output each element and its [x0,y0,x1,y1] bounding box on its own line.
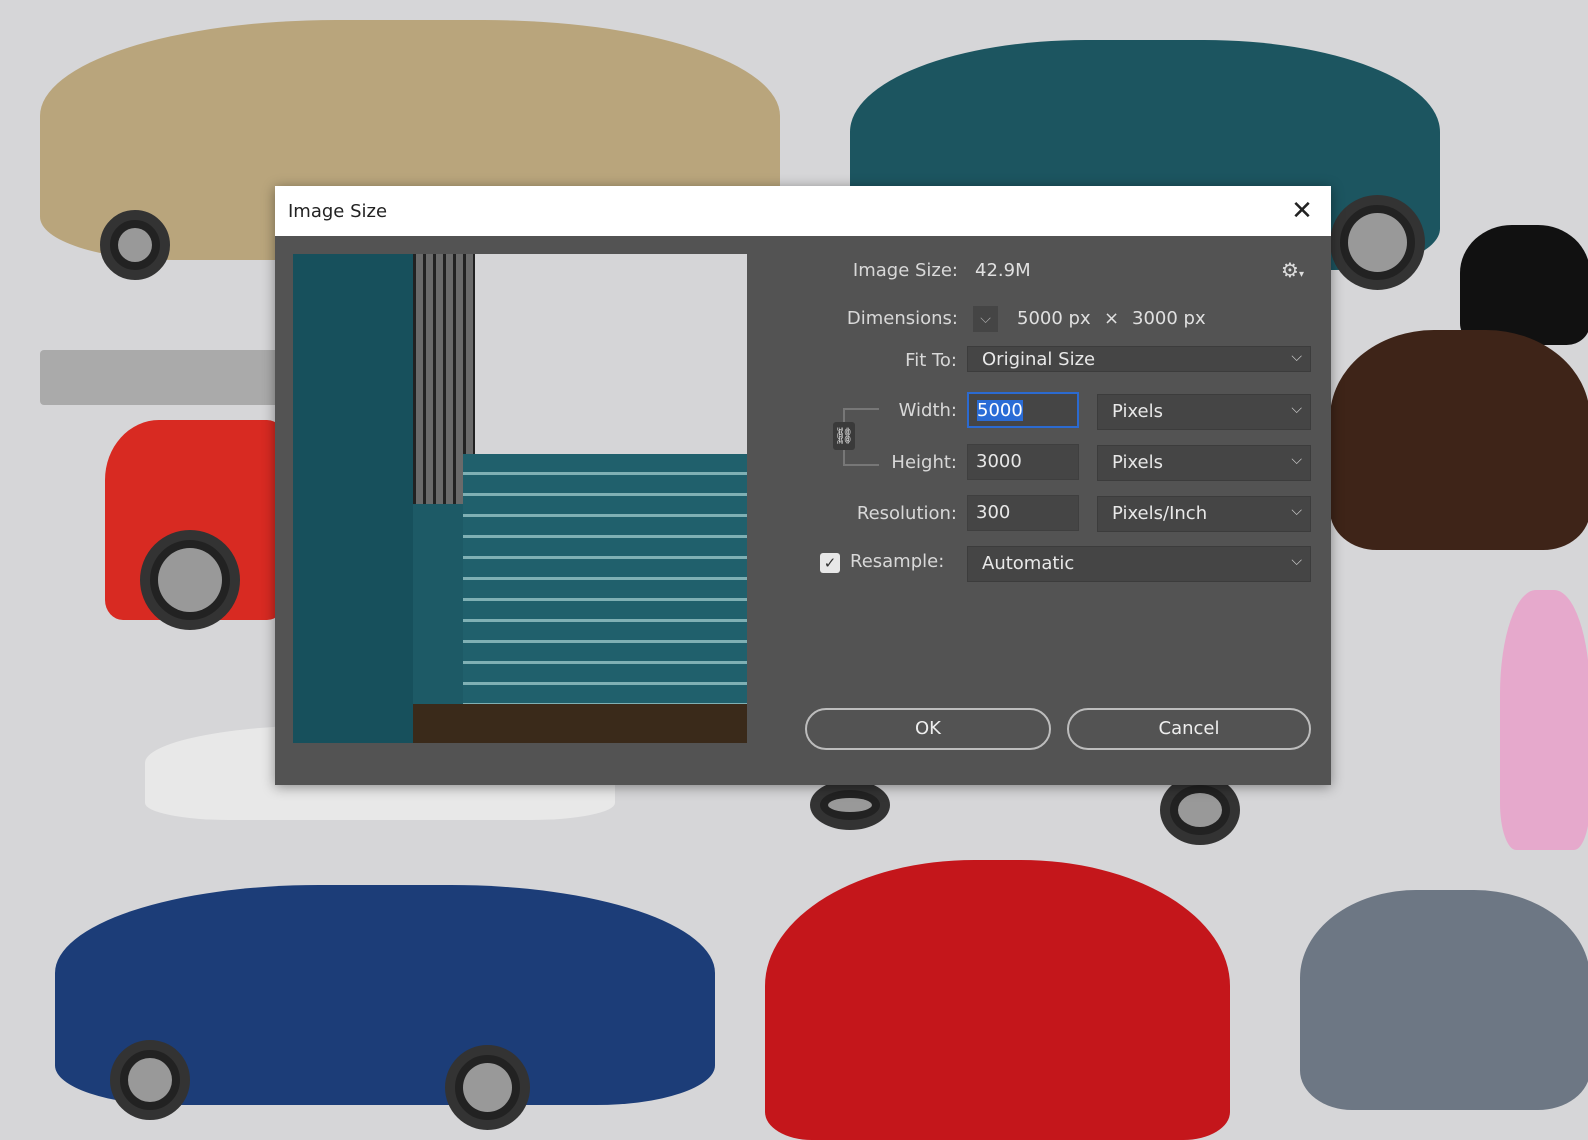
resample-select[interactable]: Automatic ⌵ [967,546,1311,582]
resolution-unit: Pixels/Inch [1112,503,1208,524]
resample-checkbox[interactable]: ✓ [820,553,840,573]
image-preview[interactable] [293,254,747,743]
ok-button[interactable]: OK [805,708,1051,750]
fit-to-label: Fit To: [905,350,957,371]
height-input[interactable]: 3000 [967,444,1079,480]
ladder-truck-image [40,350,280,405]
dialog-titlebar: Image Size [275,186,1331,236]
preview-truck-bed [463,454,747,704]
brown-mercedes-image [1330,330,1588,550]
width-label: Width: [898,400,957,421]
dimensions-width: 5000 px [1017,308,1091,329]
resolution-label: Resolution: [856,503,957,524]
image-size-dialog: Image Size ✕ Image Size: 42.9M ⚙▾ Dimens… [275,186,1331,785]
dimensions-times: × [1104,308,1120,329]
image-size-value: 42.9M [975,260,1031,281]
chevron-down-icon: ⌵ [1291,553,1302,569]
wheel [140,530,240,630]
dimensions-label: Dimensions: [846,308,958,329]
pink-scooter-image [1500,590,1588,850]
width-unit: Pixels [1112,401,1164,422]
preview-sky [475,254,747,454]
resolution-value: 300 [976,502,1011,523]
fit-to-select[interactable]: Original Size ⌵ [967,346,1311,372]
height-unit-select[interactable]: Pixels ⌵ [1097,445,1311,481]
silver-car-image [1300,890,1588,1110]
chevron-down-icon: ⌵ [1291,503,1302,519]
preview-door [293,254,413,743]
chevron-down-icon: ⌵ [1291,452,1302,468]
black-car-image [1460,225,1588,345]
wheel [110,1040,190,1120]
image-size-label: Image Size: [852,260,958,281]
resolution-unit-select[interactable]: Pixels/Inch ⌵ [1097,496,1311,532]
chevron-down-icon: ⌵ [1291,349,1302,365]
dialog-title: Image Size [288,200,388,222]
cancel-button[interactable]: Cancel [1067,708,1311,750]
height-label: Height: [891,452,957,473]
resample-value: Automatic [982,553,1075,574]
wheel [445,1045,530,1130]
gear-icon[interactable]: ⚙▾ [1281,258,1304,282]
width-value: 5000 [977,400,1023,421]
resample-label: Resample: [850,551,945,572]
resolution-input[interactable]: 300 [967,495,1079,531]
dimensions-height: 3000 px [1132,308,1206,329]
wheel [100,210,170,280]
fit-to-value: Original Size [982,349,1096,370]
red-sports-car-image [765,860,1230,1140]
close-icon[interactable]: ✕ [1287,196,1317,226]
wheel [810,780,890,830]
width-unit-select[interactable]: Pixels ⌵ [1097,394,1311,430]
width-input[interactable]: 5000 [967,392,1079,428]
preview-ground [413,704,747,743]
height-value: 3000 [976,451,1022,472]
link-chain-icon[interactable]: ⛓ [833,422,855,450]
dimensions-units-dropdown[interactable]: ⌵ [973,306,998,332]
height-unit: Pixels [1112,452,1164,473]
chevron-down-icon: ⌵ [1291,401,1302,417]
wheel [1160,775,1240,845]
wheel [1330,195,1425,290]
